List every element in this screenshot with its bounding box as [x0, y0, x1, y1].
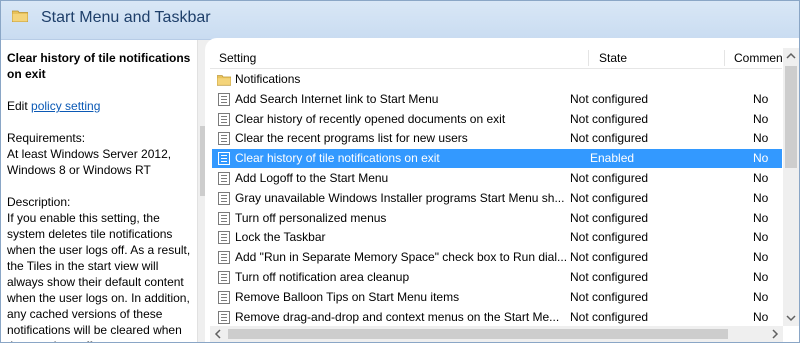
setting-comment: No	[753, 151, 769, 166]
setting-name: Add Logoff to the Start Menu	[235, 171, 389, 185]
setting-state: Not configured	[570, 270, 649, 284]
folder-icon	[217, 75, 231, 86]
setting-name: Remove Balloon Tips on Start Menu items	[235, 289, 460, 304]
edit-prefix: Edit	[7, 99, 28, 113]
column-comment[interactable]: Commen	[734, 51, 783, 65]
description-pane: Clear history of tile notifications on e…	[1, 40, 197, 342]
setting-name: Gray unavailable Windows Installer progr…	[235, 190, 565, 205]
setting-name: Clear the recent programs list for new u…	[235, 131, 468, 146]
column-divider[interactable]	[588, 50, 589, 66]
setting-comment: No	[753, 171, 769, 185]
setting-name: Add Search Internet link to Start Menu	[235, 91, 439, 106]
edit-line: Edit policy setting	[7, 98, 197, 114]
policy-setting-icon	[218, 112, 230, 126]
setting-comment: No	[753, 210, 769, 225]
setting-name: Lock the Taskbar	[235, 230, 326, 245]
table-row[interactable]: Clear the recent programs list for new u…	[212, 129, 782, 148]
list-vertical-scrollbar[interactable]	[783, 48, 799, 326]
setting-comment: No	[753, 190, 769, 205]
setting-comment: No	[753, 309, 769, 324]
scroll-left-arrow-icon[interactable]	[210, 326, 226, 342]
policy-setting-icon	[218, 290, 230, 304]
policy-setting-icon	[218, 251, 230, 265]
setting-state: Not configured	[570, 230, 649, 245]
horizontal-scroll-thumb[interactable]	[228, 329, 728, 339]
setting-name: Add "Run in Separate Memory Space" check…	[235, 250, 568, 265]
table-row[interactable]: Lock the Taskbar Not configured No	[212, 228, 782, 247]
policy-setting-icon	[218, 132, 230, 146]
requirements-label: Requirements:	[7, 131, 86, 145]
setting-state: Not configured	[570, 289, 649, 304]
folder-label: Notifications	[235, 72, 301, 86]
policy-setting-icon	[218, 191, 230, 205]
folder-row-notifications[interactable]: Notifications	[212, 70, 782, 89]
setting-comment: No	[753, 289, 769, 304]
setting-state: Not configured	[570, 131, 649, 146]
description-label: Description:	[7, 195, 71, 209]
policy-setting-icon	[218, 92, 230, 106]
setting-state: Not configured	[570, 111, 649, 126]
settings-list: Notifications Add Search Internet link t…	[212, 70, 782, 332]
setting-state: Not configured	[570, 210, 649, 225]
policy-setting-icon	[218, 172, 230, 185]
description-text: If you enable this setting, the system d…	[7, 211, 191, 342]
column-divider[interactable]	[724, 50, 725, 66]
policy-setting-icon	[218, 211, 230, 225]
policy-title: Clear history of tile notifications on e…	[7, 51, 191, 81]
setting-comment: No	[753, 250, 769, 265]
table-row[interactable]: Clear history of recently opened documen…	[212, 110, 782, 129]
setting-name: Remove drag-and-drop and context menus o…	[235, 309, 560, 324]
header-band: Start Menu and Taskbar	[1, 1, 799, 40]
table-row[interactable]: Clear history of tile notifications on e…	[212, 149, 782, 169]
edit-policy-link[interactable]: policy setting	[31, 99, 100, 113]
table-row[interactable]: Remove drag-and-drop and context menus o…	[212, 308, 782, 327]
table-row[interactable]: Add "Run in Separate Memory Space" check…	[212, 248, 782, 267]
column-setting[interactable]: Setting	[219, 51, 256, 65]
scroll-up-arrow-icon[interactable]	[783, 48, 799, 64]
column-state[interactable]: State	[599, 51, 627, 65]
setting-state: Not configured	[570, 250, 649, 265]
setting-name: Turn off personalized menus	[235, 210, 387, 225]
scroll-down-arrow-icon[interactable]	[783, 310, 799, 326]
table-row[interactable]: Turn off personalized menus Not configure…	[212, 209, 782, 228]
setting-comment: No	[753, 270, 769, 284]
setting-name: Clear history of recently opened documen…	[235, 111, 506, 126]
table-row[interactable]: Remove Balloon Tips on Start Menu items N…	[212, 288, 782, 307]
setting-comment: No	[753, 91, 769, 106]
setting-comment: No	[753, 131, 769, 146]
table-row[interactable]: Add Logoff to the Start Menu Not configur…	[212, 169, 782, 188]
table-row[interactable]: Add Search Internet link to Start Menu No…	[212, 90, 782, 109]
folder-icon	[12, 10, 28, 22]
setting-name: Turn off notification area cleanup	[235, 270, 410, 284]
setting-name: Clear history of tile notifications on e…	[235, 151, 440, 166]
list-scroll-thumb[interactable]	[785, 66, 797, 168]
policy-setting-icon	[218, 152, 230, 166]
requirements-text: At least Windows Server 2012, Windows 8 …	[7, 147, 172, 177]
table-row[interactable]: Turn off notification area cleanup Not co…	[212, 268, 782, 287]
scroll-right-arrow-icon[interactable]	[767, 326, 783, 342]
table-row[interactable]: Gray unavailable Windows Installer progr…	[212, 189, 782, 208]
policy-setting-icon	[218, 231, 230, 245]
setting-state: Not configured	[570, 171, 649, 185]
policy-setting-icon	[218, 310, 230, 324]
column-header: Setting State Commen	[210, 48, 783, 69]
setting-state: Not configured	[570, 309, 649, 324]
policy-setting-icon	[218, 271, 230, 284]
setting-state: Not configured	[570, 91, 649, 106]
setting-comment: No	[753, 111, 769, 126]
setting-state: Enabled	[590, 151, 635, 166]
page-title: Start Menu and Taskbar	[41, 9, 211, 26]
setting-comment: No	[753, 230, 769, 245]
list-horizontal-scrollbar[interactable]	[210, 326, 783, 342]
setting-state: Not configured	[570, 190, 649, 205]
